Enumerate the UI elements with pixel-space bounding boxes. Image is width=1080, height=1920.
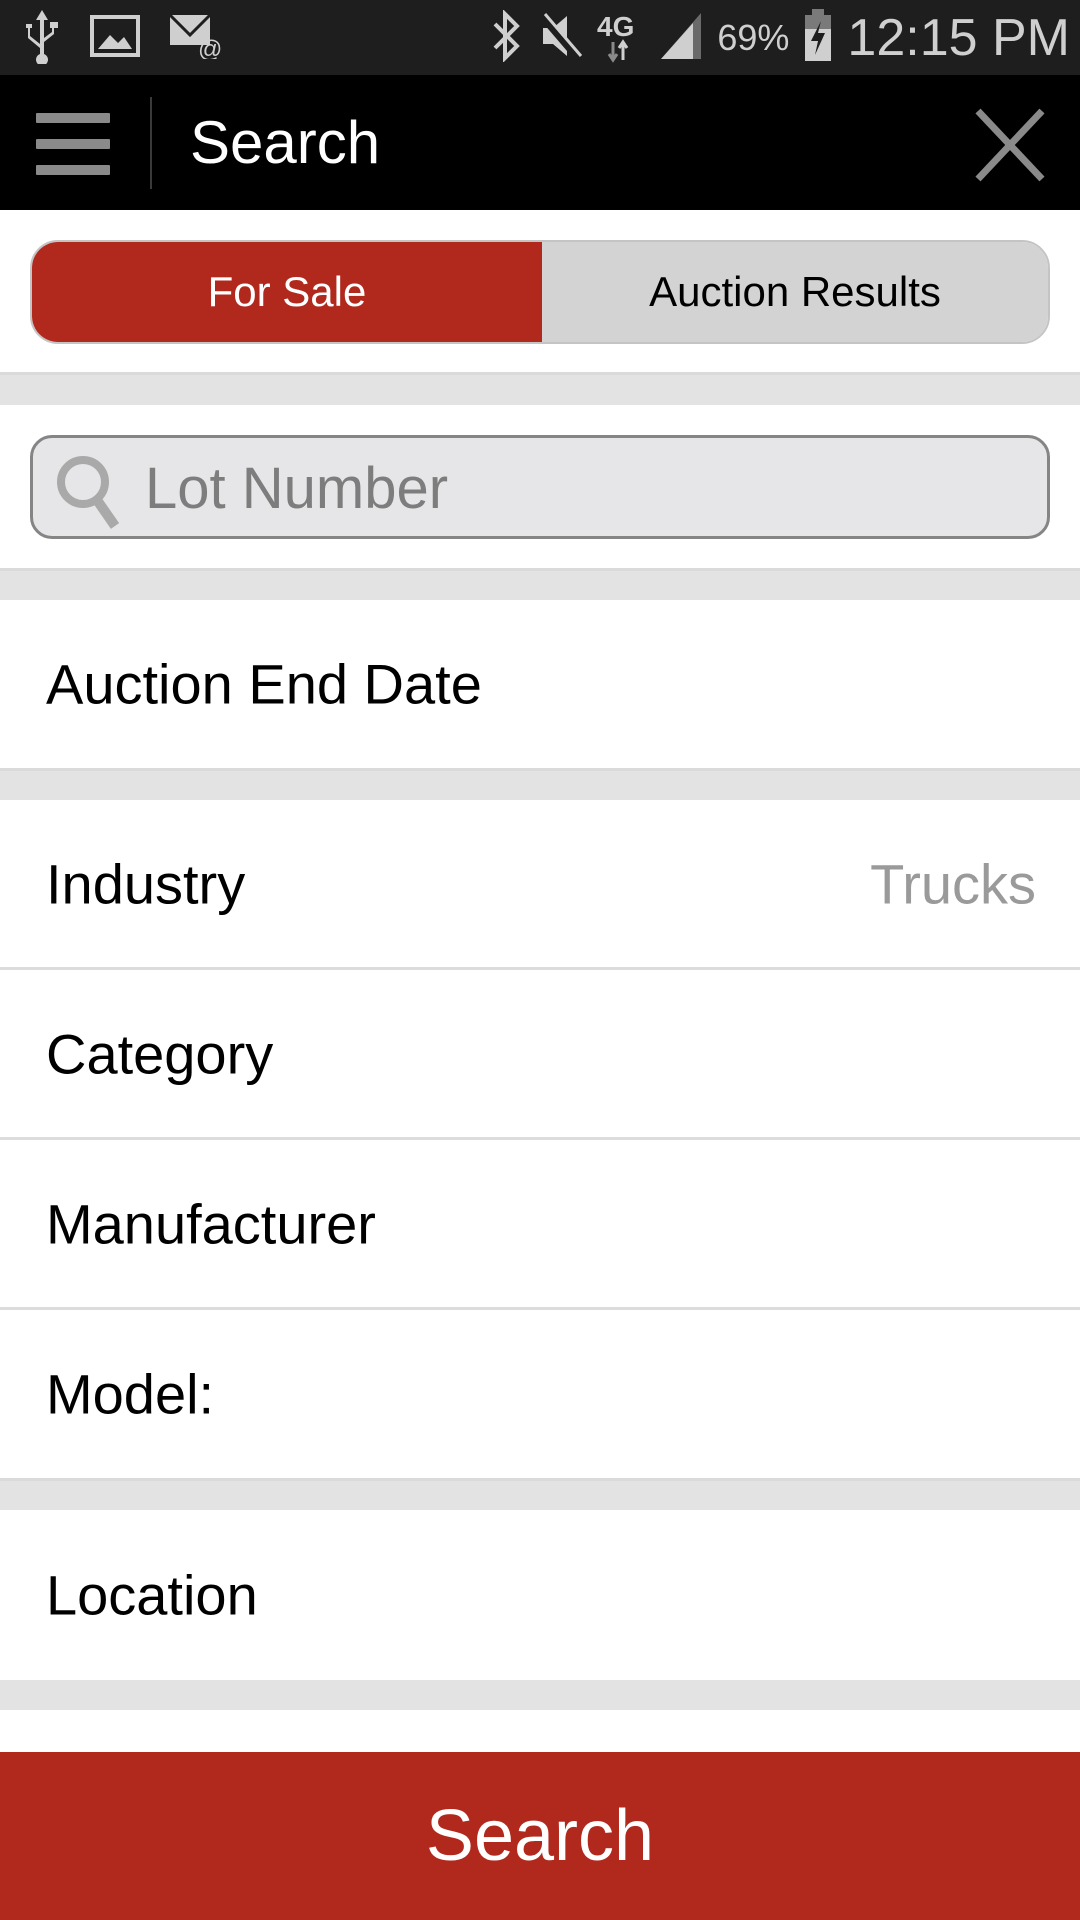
clock: 12:15 PM <box>847 9 1070 67</box>
app-bar: Search <box>0 75 1080 210</box>
close-icon[interactable] <box>970 105 1050 185</box>
signal-icon <box>659 11 703 66</box>
svg-text:@: @ <box>198 36 222 59</box>
filter-label: Auction End Date <box>46 652 482 716</box>
filter-label: Location <box>46 1563 258 1627</box>
filter-location[interactable]: Location <box>0 1510 1080 1680</box>
filter-value: Trucks <box>870 852 1036 915</box>
svg-text:4G: 4G <box>597 11 634 42</box>
section-divider <box>0 372 1080 405</box>
lot-number-input[interactable] <box>145 448 1025 528</box>
lot-number-search[interactable] <box>30 435 1050 539</box>
hamburger-menu-icon[interactable] <box>36 113 112 175</box>
app-bar-divider <box>150 97 152 189</box>
section-divider <box>0 1680 1080 1710</box>
status-bar: @ 4G 69% 12:15 PM <box>0 0 1080 75</box>
bluetooth-icon <box>489 8 523 67</box>
filter-manufacturer[interactable]: Manufacturer <box>0 1140 1080 1310</box>
tab-auction-results[interactable]: Auction Results <box>542 242 1048 342</box>
usb-icon <box>24 8 60 69</box>
filter-auction-end-date[interactable]: Auction End Date <box>0 600 1080 768</box>
4g-lte-icon: 4G <box>597 8 645 69</box>
status-bar-notifications: @ <box>24 8 222 69</box>
search-icon <box>55 452 127 530</box>
section-divider <box>0 1478 1080 1510</box>
filter-label: Manufacturer <box>46 1192 376 1255</box>
search-button[interactable]: Search <box>0 1752 1080 1920</box>
mute-icon <box>537 12 583 65</box>
page-title: Search <box>190 109 381 176</box>
filter-label: Industry <box>46 852 246 915</box>
filter-industry[interactable]: Industry Trucks <box>0 800 1080 970</box>
listing-type-section: For Sale Auction Results <box>0 210 1080 372</box>
filter-model[interactable]: Model: <box>0 1310 1080 1478</box>
battery-percent: 69% <box>717 17 790 58</box>
status-bar-system: 4G 69% 12:15 PM <box>489 6 1070 70</box>
email-icon: @ <box>168 13 222 64</box>
filter-category[interactable]: Category <box>0 970 1080 1140</box>
lot-search-section <box>0 405 1080 568</box>
filter-label: Category <box>46 1022 274 1085</box>
battery-charging-icon <box>803 8 833 68</box>
section-divider <box>0 568 1080 600</box>
image-icon <box>90 14 140 62</box>
filter-label: Model: <box>46 1362 215 1426</box>
section-divider <box>0 768 1080 800</box>
listing-type-toggle: For Sale Auction Results <box>30 240 1050 344</box>
tab-for-sale[interactable]: For Sale <box>32 242 542 342</box>
